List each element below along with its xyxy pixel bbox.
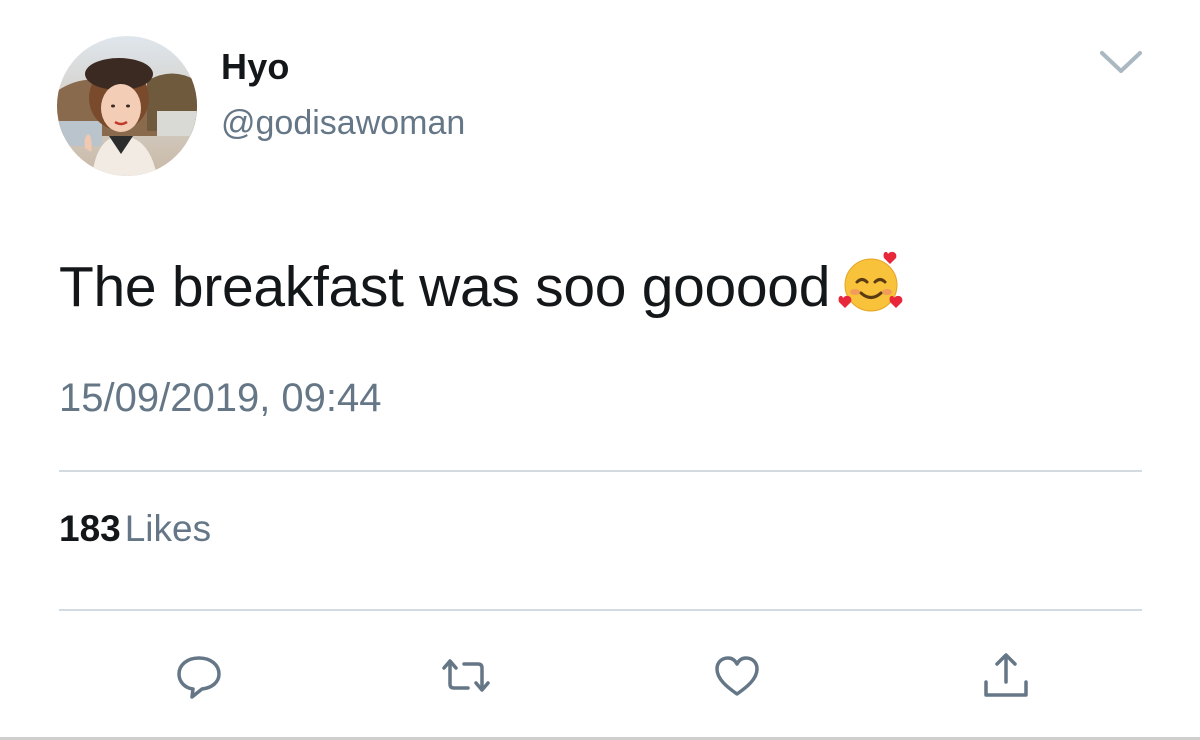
likes-stat[interactable]: 183 Likes [59,508,211,550]
chevron-down-icon[interactable] [1097,44,1145,78]
tweet-timestamp: 15/09/2019, 09:44 [59,376,382,420]
tweet-detail: Hyo @godisawoman The breakfast was soo g… [0,0,1200,740]
retweet-icon[interactable] [438,650,494,702]
avatar[interactable] [57,36,197,176]
tweet-text: The breakfast was soo gooood [59,250,904,330]
divider [59,609,1142,611]
display-name[interactable]: Hyo [221,46,290,88]
share-icon[interactable] [978,650,1034,702]
user-handle[interactable]: @godisawoman [221,104,465,143]
likes-label: Likes [124,508,212,549]
reply-icon[interactable] [171,650,227,702]
like-icon[interactable] [709,650,765,702]
divider [59,470,1142,472]
smiling-face-with-hearts-icon [838,250,904,330]
tweet-body: The breakfast was soo gooood [59,255,831,319]
likes-count: 183 [59,508,121,549]
